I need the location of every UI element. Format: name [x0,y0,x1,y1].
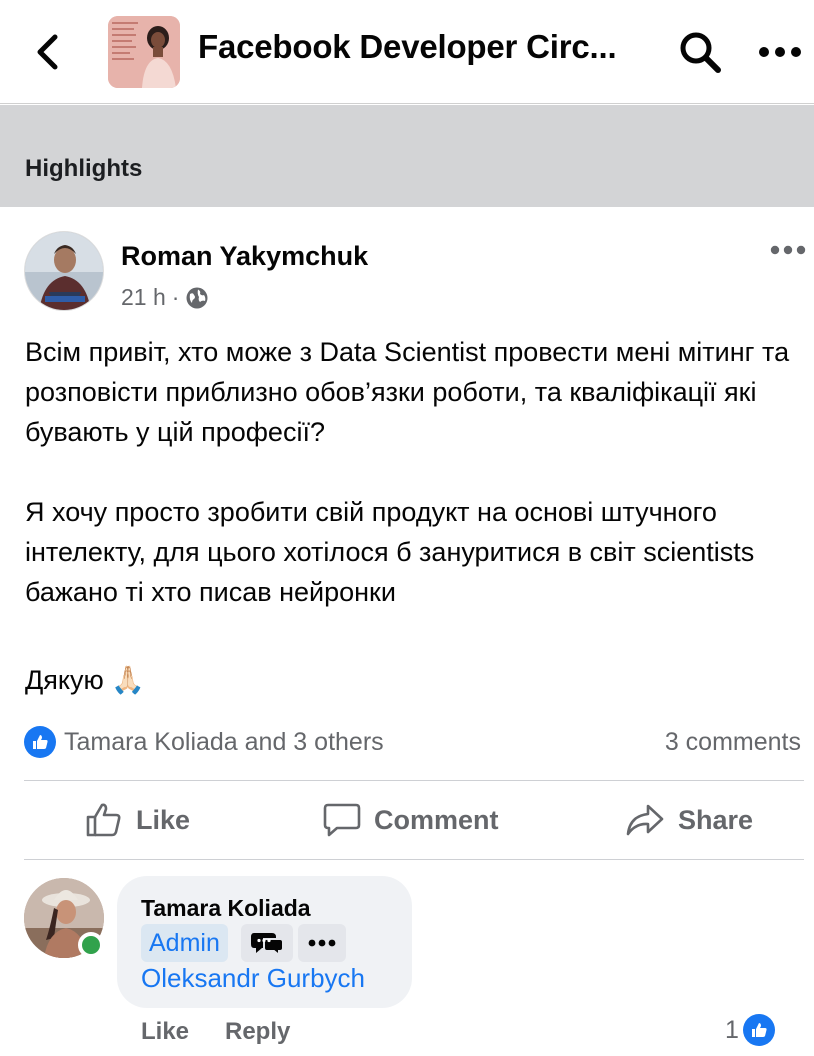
highlights-section: Highlights [0,105,814,207]
comment-mention-link[interactable]: Oleksandr Gurbych [141,963,365,994]
post-text: Всім привіт, хто може з Data Scientist п… [25,332,805,700]
post-timestamp[interactable]: 21 h [121,284,166,311]
group-title[interactable]: Facebook Developer Circ... [198,28,638,66]
more-badges-button[interactable] [298,924,346,962]
comment-author-name[interactable]: Tamara Koliada [141,895,311,922]
like-button[interactable]: Like [84,782,190,858]
author-avatar-image [25,232,103,310]
online-status-indicator [78,932,104,958]
more-options-button[interactable] [754,32,806,72]
comment-button[interactable]: Comment [322,782,499,858]
conversation-starter-badge[interactable] [241,924,293,962]
comment-reaction-number: 1 [725,1015,739,1044]
divider [24,780,804,781]
comment-like-button[interactable]: Like [141,1018,189,1046]
post-author-name[interactable]: Roman Yakymchuk [121,241,368,272]
comment-label: Comment [374,804,499,835]
like-reaction-icon [24,726,56,758]
top-bar: Facebook Developer Circ... [0,0,814,104]
author-avatar[interactable] [24,231,104,311]
search-button[interactable] [676,28,724,76]
reactions-summary[interactable]: Tamara Koliada and 3 others [24,725,384,759]
highlights-label: Highlights [25,155,143,182]
divider [24,859,804,860]
post-paragraph-1: Всім привіт, хто може з Data Scientist п… [25,337,790,447]
comments-count[interactable]: 3 comments [665,728,801,757]
post-meta: 21 h · [121,284,209,311]
meta-separator: · [171,284,180,310]
share-label: Share [678,804,754,835]
post-paragraph-2: Я хочу просто зробити свій продукт на ос… [25,497,755,607]
like-label: Like [136,804,191,835]
post-paragraph-3: Дякую 🙏🏻 [25,665,145,695]
group-cover-thumbnail[interactable] [108,16,180,88]
comment-icon [323,803,361,837]
share-icon [626,804,664,836]
comment-reaction-count[interactable]: 1 [725,1014,775,1046]
thumbs-up-icon [86,803,121,837]
more-horizontal-icon [759,47,801,57]
globe-icon [186,287,208,308]
more-horizontal-icon [308,939,336,947]
chat-bubbles-icon [251,933,284,956]
search-icon [680,32,721,73]
comment-reply-button[interactable]: Reply [225,1018,290,1046]
post-options-button[interactable] [768,236,808,264]
share-button[interactable]: Share [624,782,753,858]
more-horizontal-icon [770,245,806,255]
admin-badge[interactable]: Admin [141,924,228,962]
group-cover-image [108,16,180,88]
like-reaction-icon [742,1014,775,1046]
post-action-bar: Like Comment Share [24,782,804,858]
reactions-text: Tamara Koliada and 3 others [64,727,384,756]
back-button[interactable] [30,30,66,74]
chevron-left-icon [37,34,58,70]
